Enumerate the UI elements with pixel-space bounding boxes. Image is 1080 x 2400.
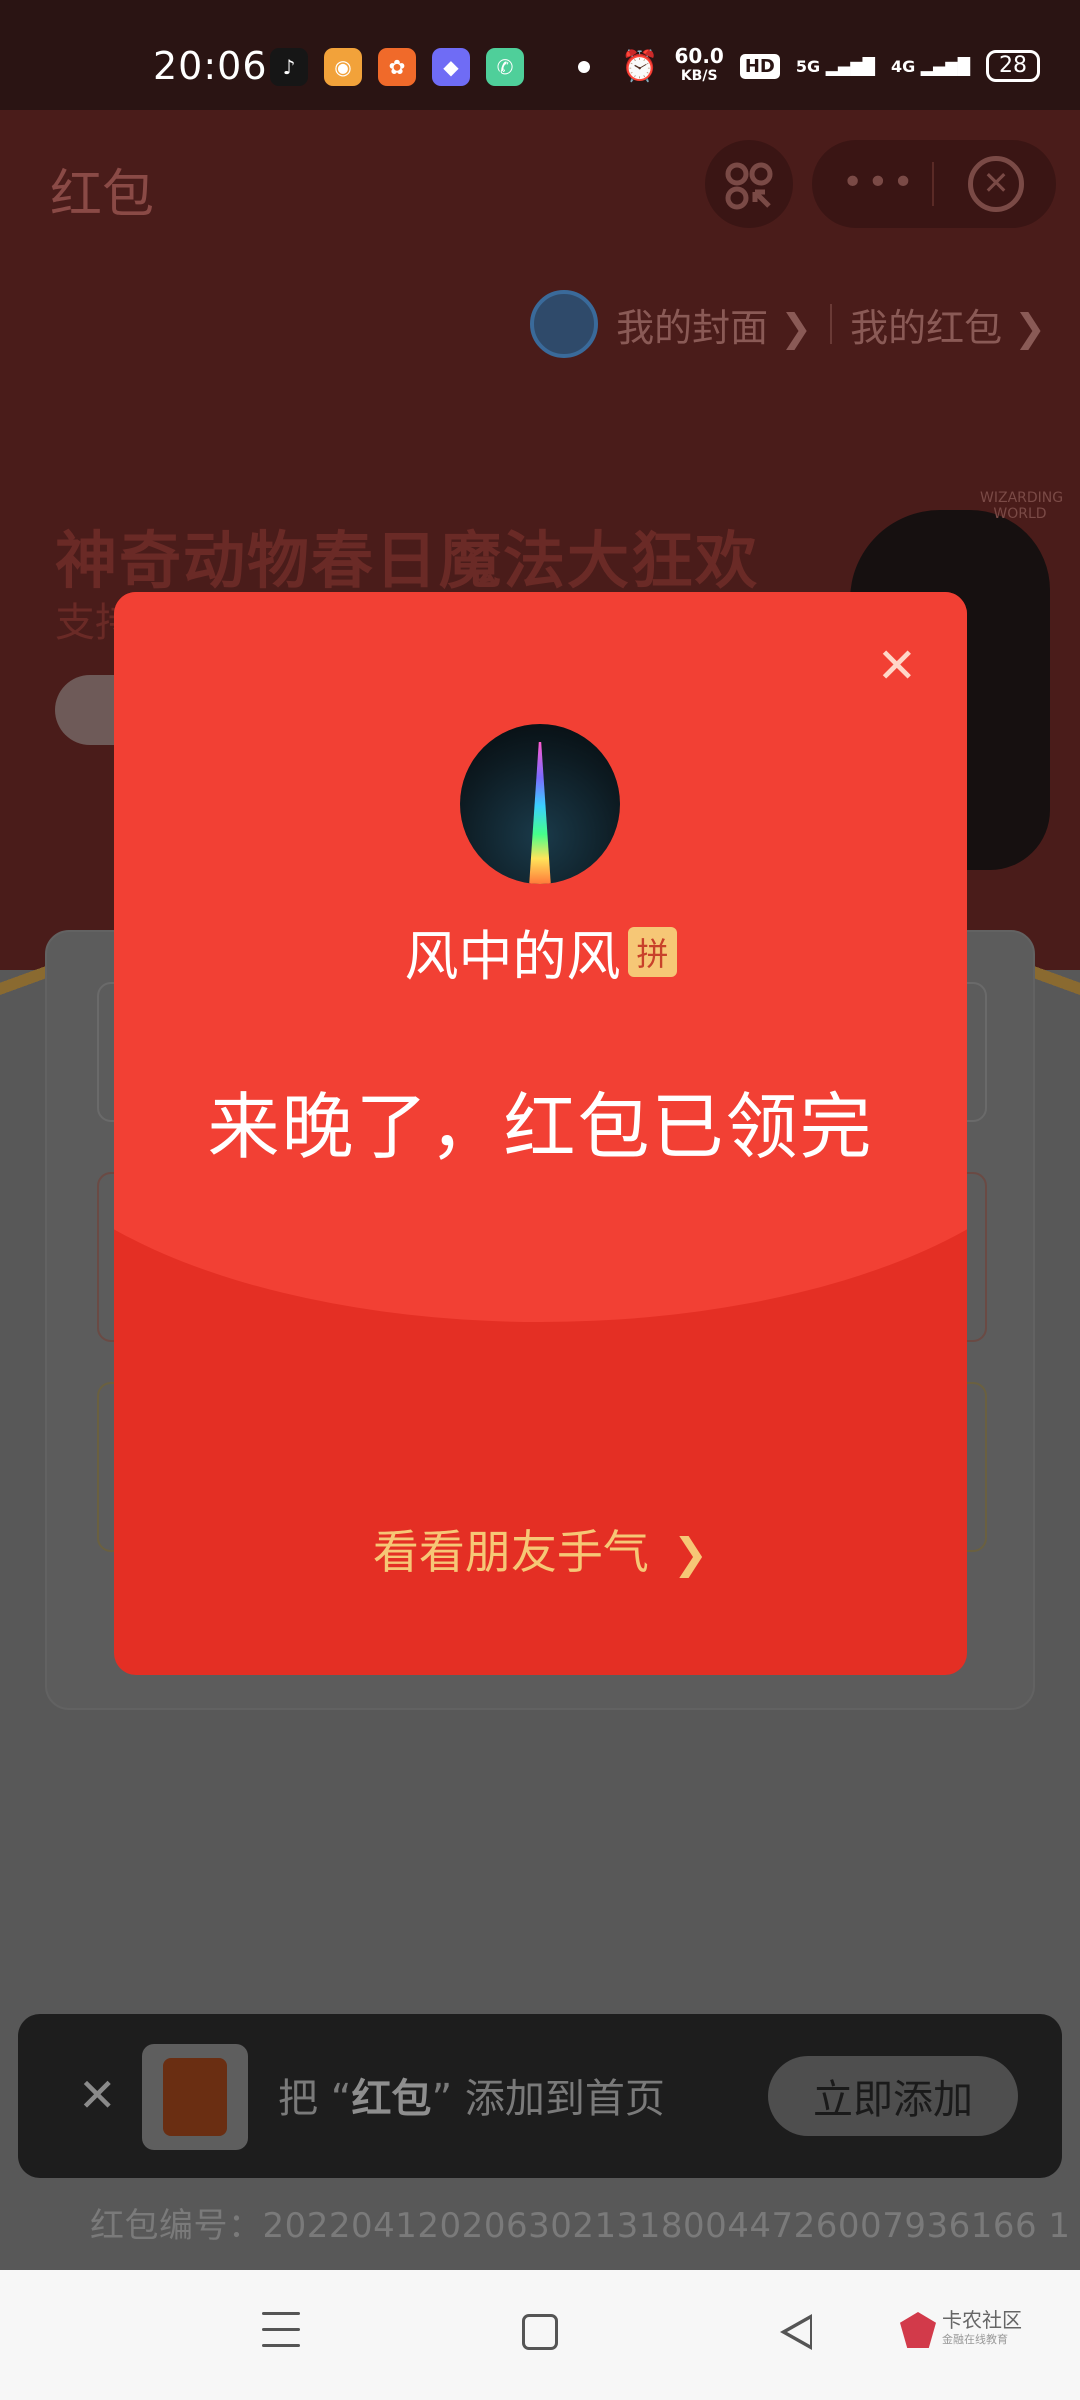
- phone-icon: ✆: [486, 48, 524, 86]
- kanong-logo: [900, 2312, 936, 2348]
- capsule-divider: [932, 162, 934, 206]
- view-friends-luck-link[interactable]: 看看朋友手气 ❯: [114, 1516, 967, 1582]
- back-icon[interactable]: [780, 2314, 812, 2350]
- notification-icons: ♪ ◉ ✿ ◆ ✆: [270, 48, 590, 86]
- more-button[interactable]: •••: [842, 162, 918, 203]
- system-nav-bar: 卡农社区 金融在线教育: [0, 2270, 1080, 2400]
- status-bar: 20:06 ♪ ◉ ✿ ◆ ✆ ⏰ 60.0 KB/S HD 5G ▂▄▆█ 4…: [0, 0, 1080, 110]
- status-time: 20:06: [153, 44, 268, 88]
- add-now-button[interactable]: 立即添加: [768, 2056, 1018, 2136]
- close-icon[interactable]: ✕: [877, 642, 917, 690]
- capsule-menu: ••• ✕: [812, 140, 1056, 228]
- mini-program-icon: [725, 162, 773, 210]
- toast-close-icon[interactable]: ✕: [78, 2072, 117, 2118]
- sender-name: 风中的风: [404, 925, 621, 988]
- avatar: [530, 290, 599, 358]
- banner-title: 神奇动物春日魔法大狂欢: [55, 524, 760, 597]
- more-notifications-icon: [578, 61, 590, 73]
- hd-icon: HD: [739, 53, 780, 79]
- toast-text: 把 “红包” 添加到首页: [278, 2076, 665, 2122]
- pin-badge: 拼: [628, 927, 677, 977]
- add-to-home-toast: ✕ 把 “红包” 添加到首页 立即添加: [18, 2014, 1062, 2178]
- signal-5g-icon: 5G ▂▄▆█: [795, 56, 875, 76]
- douyin-icon: ♪: [270, 48, 308, 86]
- page-title: 红包: [50, 165, 155, 225]
- redpacket-modal: ✕ 风中的风拼 来晚了，红包已领完 看看朋友手气 ❯: [114, 592, 967, 1675]
- home-icon[interactable]: [522, 2314, 558, 2350]
- wizarding-world-logo: WIZARDING WORLD: [980, 490, 1064, 522]
- my-redpacket-link[interactable]: 我的红包 ❯: [850, 297, 1046, 352]
- uc-browser-icon: ✿: [378, 48, 416, 86]
- mini-program-icon-button[interactable]: [705, 140, 793, 228]
- canton-tower-image: [529, 742, 551, 884]
- divider: [830, 304, 833, 344]
- my-links: 我的封面 ❯ 我的红包 ❯: [530, 290, 1046, 358]
- app-icon: ◆: [432, 48, 470, 86]
- alarm-icon: ⏰: [621, 48, 659, 84]
- close-mini-program-button[interactable]: ✕: [968, 156, 1024, 212]
- redpacket-app-icon: [142, 2044, 248, 2150]
- my-cover-link[interactable]: 我的封面 ❯: [616, 297, 812, 352]
- menu-icon[interactable]: [262, 2312, 300, 2350]
- sender-avatar: [460, 724, 620, 884]
- watermark: 卡农社区 金融在线教育: [900, 2310, 1022, 2350]
- weibo-icon: ◉: [324, 48, 362, 86]
- status-right: ⏰ 60.0 KB/S HD 5G ▂▄▆█ 4G ▂▄▆█ 28: [621, 46, 1040, 86]
- chevron-right-icon: ❯: [672, 1529, 709, 1578]
- battery-icon: 28: [986, 50, 1040, 82]
- sender-row: 风中的风拼: [114, 912, 967, 991]
- serial-number: 红包编号：20220412020630213180044726007936166…: [90, 2206, 1071, 2246]
- redpacket-message: 来晚了，红包已领完: [207, 1085, 874, 1169]
- network-speed: 60.0 KB/S: [674, 44, 724, 84]
- signal-4g-icon: 4G ▂▄▆█: [890, 56, 970, 76]
